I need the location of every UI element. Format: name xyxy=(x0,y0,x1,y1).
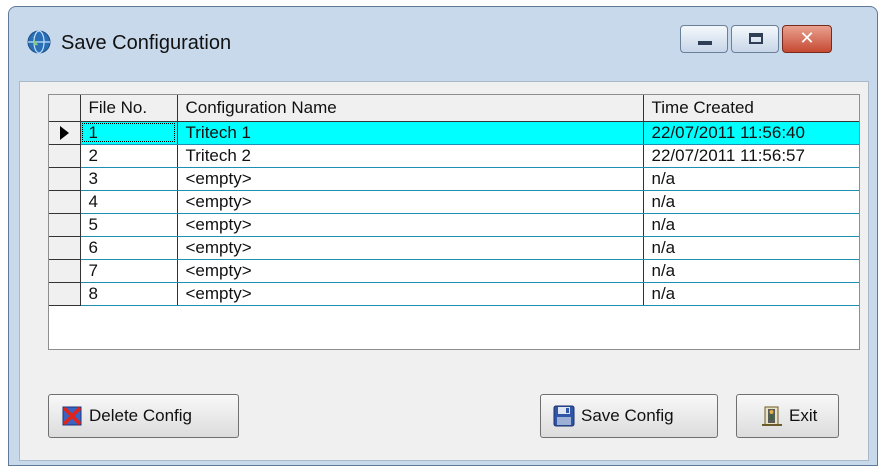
table-row[interactable]: 1 Tritech 1 22/07/2011 11:56:40 xyxy=(49,121,859,145)
time-created-cell[interactable]: n/a xyxy=(643,236,859,260)
table-row[interactable]: 7 <empty> n/a xyxy=(49,259,859,283)
save-config-label: Save Config xyxy=(581,406,674,425)
globe-icon xyxy=(27,30,51,54)
window-title: Save Configuration xyxy=(61,32,232,54)
row-indicator[interactable] xyxy=(49,190,81,214)
time-created-cell[interactable]: 22/07/2011 11:56:40 xyxy=(643,121,859,145)
title-bar[interactable]: Save Configuration ✕ xyxy=(9,7,877,81)
file-no-cell[interactable]: 3 xyxy=(80,167,178,191)
row-indicator[interactable] xyxy=(49,282,81,306)
row-indicator[interactable] xyxy=(49,213,81,237)
maximize-icon xyxy=(749,33,763,44)
save-configuration-window: Save Configuration ✕ File No. Configurat… xyxy=(8,6,878,466)
delete-x-icon xyxy=(62,406,82,426)
file-no-cell[interactable]: 7 xyxy=(80,259,178,283)
configuration-name-cell[interactable]: <empty> xyxy=(177,213,644,237)
time-created-cell[interactable]: n/a xyxy=(643,213,859,237)
table-row[interactable]: 2 Tritech 2 22/07/2011 11:56:57 xyxy=(49,144,859,168)
row-indicator[interactable] xyxy=(49,167,81,191)
minimize-button[interactable] xyxy=(680,25,728,53)
maximize-button[interactable] xyxy=(731,25,779,53)
row-indicator[interactable] xyxy=(49,121,81,145)
delete-config-button[interactable]: Delete Config xyxy=(48,394,239,438)
exit-label: Exit xyxy=(789,406,818,425)
table-row[interactable]: 3 <empty> n/a xyxy=(49,167,859,191)
close-icon: ✕ xyxy=(799,28,815,49)
exit-button[interactable]: Exit xyxy=(736,394,839,438)
column-header-file-no[interactable]: File No. xyxy=(80,95,178,122)
configuration-name-cell[interactable]: <empty> xyxy=(177,167,644,191)
time-created-cell[interactable]: 22/07/2011 11:56:57 xyxy=(643,144,859,168)
row-indicator[interactable] xyxy=(49,259,81,283)
configuration-name-cell[interactable]: <empty> xyxy=(177,282,644,306)
row-indicator[interactable] xyxy=(49,236,81,260)
time-created-cell[interactable]: n/a xyxy=(643,282,859,306)
file-no-cell[interactable]: 6 xyxy=(80,236,178,260)
table-row[interactable]: 5 <empty> n/a xyxy=(49,213,859,237)
file-no-cell[interactable]: 8 xyxy=(80,282,178,306)
table-row[interactable]: 4 <empty> n/a xyxy=(49,190,859,214)
close-button[interactable]: ✕ xyxy=(782,25,832,53)
exit-door-icon xyxy=(762,406,782,426)
configuration-name-cell[interactable]: Tritech 2 xyxy=(177,144,644,168)
save-config-button[interactable]: Save Config xyxy=(540,394,718,438)
current-row-arrow-icon xyxy=(59,125,69,140)
header-row: File No. Configuration Name Time Created xyxy=(49,95,859,122)
configuration-name-cell[interactable]: Tritech 1 xyxy=(177,121,644,145)
column-header-time-created[interactable]: Time Created xyxy=(643,95,859,122)
file-no-cell[interactable]: 5 xyxy=(80,213,178,237)
delete-config-label: Delete Config xyxy=(89,406,193,425)
minimize-icon xyxy=(698,41,712,45)
row-indicator-header xyxy=(49,95,81,122)
column-header-configuration-name[interactable]: Configuration Name xyxy=(177,95,644,122)
time-created-cell[interactable]: n/a xyxy=(643,259,859,283)
time-created-cell[interactable]: n/a xyxy=(643,167,859,191)
configuration-grid[interactable]: File No. Configuration Name Time Created… xyxy=(48,94,860,350)
time-created-cell[interactable]: n/a xyxy=(643,190,859,214)
file-no-cell[interactable]: 1 xyxy=(80,121,178,145)
configuration-table: File No. Configuration Name Time Created… xyxy=(49,95,859,306)
dialog-body: File No. Configuration Name Time Created… xyxy=(19,81,869,461)
floppy-disk-icon xyxy=(553,405,575,427)
configuration-name-cell[interactable]: <empty> xyxy=(177,236,644,260)
table-row[interactable]: 6 <empty> n/a xyxy=(49,236,859,260)
file-no-cell[interactable]: 4 xyxy=(80,190,178,214)
configuration-name-cell[interactable]: <empty> xyxy=(177,259,644,283)
configuration-name-cell[interactable]: <empty> xyxy=(177,190,644,214)
file-no-cell[interactable]: 2 xyxy=(80,144,178,168)
table-row[interactable]: 8 <empty> n/a xyxy=(49,282,859,306)
row-indicator[interactable] xyxy=(49,144,81,168)
